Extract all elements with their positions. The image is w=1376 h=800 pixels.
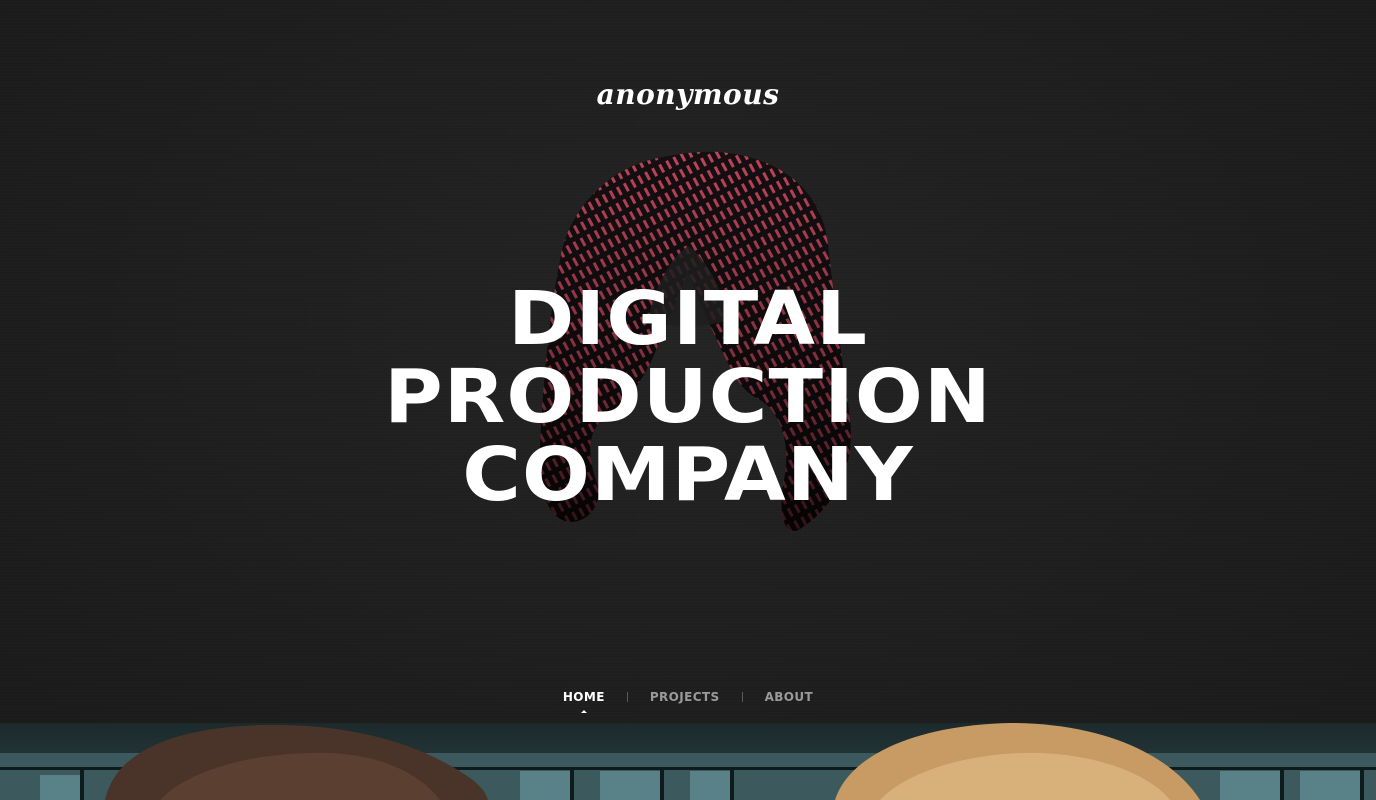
nav-item-home[interactable]: HOME [541,690,627,713]
brand-logo[interactable]: anonymous [0,78,1376,111]
headline-line-2: PRODUCTION [384,354,992,440]
main-nav: HOME PROJECTS ABOUT [0,690,1376,713]
headline-line-1: DIGITAL [507,276,869,362]
headline-line-3: COMPANY [462,432,914,518]
video-still-illustration [0,723,1376,800]
page: anonymous DIGITAL PRODUCTION COMPANY HOM… [0,0,1376,800]
nav-item-projects-label: PROJECTS [649,690,720,704]
nav-item-projects[interactable]: PROJECTS [628,690,742,704]
nav-item-about-label: ABOUT [764,690,814,704]
nav-item-about[interactable]: ABOUT [743,690,836,704]
hero-headline: DIGITAL PRODUCTION COMPANY [0,280,1376,514]
nav-item-home-label: HOME [562,690,605,704]
active-indicator-icon [580,710,587,713]
featured-video-still[interactable] [0,723,1376,800]
